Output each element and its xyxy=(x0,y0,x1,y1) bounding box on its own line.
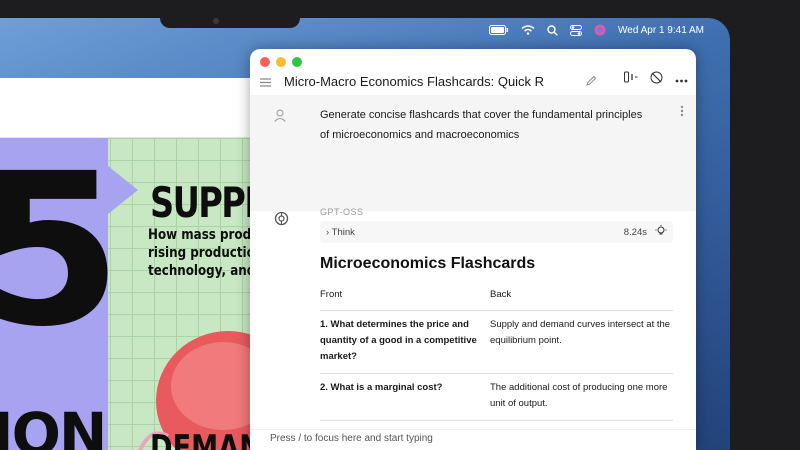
incognito-toggle-icon[interactable] xyxy=(650,71,663,87)
think-meta: 8.24s xyxy=(623,224,667,240)
think-disclosure[interactable]: › Think 8.24s xyxy=(320,221,673,243)
table-row: 1. What determines the price and quantit… xyxy=(320,310,673,374)
lightbulb-icon xyxy=(655,224,667,240)
assistant-message-row: GPT-OSS › Think 8.24s Microeconomics Fla… xyxy=(250,207,696,450)
siri-icon[interactable] xyxy=(594,18,606,42)
minimize-button[interactable] xyxy=(276,57,286,67)
chat-window: Micro-Macro Economics Flashcards: Quick … xyxy=(250,49,696,450)
camera-notch xyxy=(160,0,300,28)
menu-bar: Wed Apr 1 9:41 AM xyxy=(0,18,730,42)
model-name: GPT-OSS xyxy=(320,207,364,217)
message-composer[interactable]: Press / to focus here and start typing xyxy=(250,429,696,450)
flashcard-back: Supply and demand curves intersect at th… xyxy=(490,310,673,374)
table-row: 2. What is a marginal cost? The addition… xyxy=(320,373,673,421)
more-options-icon[interactable] xyxy=(675,71,688,87)
user-avatar-icon xyxy=(274,109,286,125)
response-heading: Microeconomics Flashcards xyxy=(320,255,536,272)
window-toolbar xyxy=(624,71,688,87)
user-message-text: Generate concise flashcards that cover t… xyxy=(320,109,643,141)
battery-icon[interactable] xyxy=(489,18,509,42)
flashcard-front: 1. What determines the price and quantit… xyxy=(320,310,490,374)
search-icon[interactable] xyxy=(547,18,558,42)
flashcards-table: Front Back 1. What determines the price … xyxy=(320,289,673,450)
desktop-screen: Wed Apr 1 9:41 AM 5 ION SUPPLY How mass … xyxy=(0,18,730,450)
wifi-icon[interactable] xyxy=(521,18,535,42)
close-button[interactable] xyxy=(260,57,270,67)
think-toggle[interactable]: › Think xyxy=(326,227,355,238)
table-header-row: Front Back xyxy=(320,289,673,311)
think-label: Think xyxy=(331,226,355,238)
window-controls xyxy=(260,57,302,67)
flashcard-front: 2. What is a marginal cost? xyxy=(320,373,490,421)
hamburger-menu-icon[interactable] xyxy=(260,75,271,90)
edit-title-icon[interactable] xyxy=(586,75,597,89)
composer-placeholder: Press / to focus here and start typing xyxy=(270,433,433,444)
column-header-front: Front xyxy=(320,289,490,311)
poster-bottom-text: ION xyxy=(0,400,107,450)
message-options-icon[interactable] xyxy=(680,105,684,120)
chevron-right-icon: › xyxy=(326,226,330,238)
sidebar-toggle-icon[interactable] xyxy=(624,71,638,87)
zoom-button[interactable] xyxy=(292,57,302,67)
window-titlebar: Micro-Macro Economics Flashcards: Quick … xyxy=(250,49,696,95)
assistant-logo-icon xyxy=(274,211,289,230)
think-time: 8.24s xyxy=(623,226,647,238)
camera-icon xyxy=(213,18,219,24)
menu-bar-clock[interactable]: Wed Apr 1 9:41 AM xyxy=(618,18,704,42)
poster-big-number: 5 xyxy=(0,138,122,373)
control-center-icon[interactable] xyxy=(570,18,583,42)
column-header-back: Back xyxy=(490,289,673,311)
flashcard-back: The additional cost of producing one mor… xyxy=(490,373,673,421)
chat-title[interactable]: Micro-Macro Economics Flashcards: Quick … xyxy=(284,74,544,89)
user-message-row: Generate concise flashcards that cover t… xyxy=(250,95,696,211)
